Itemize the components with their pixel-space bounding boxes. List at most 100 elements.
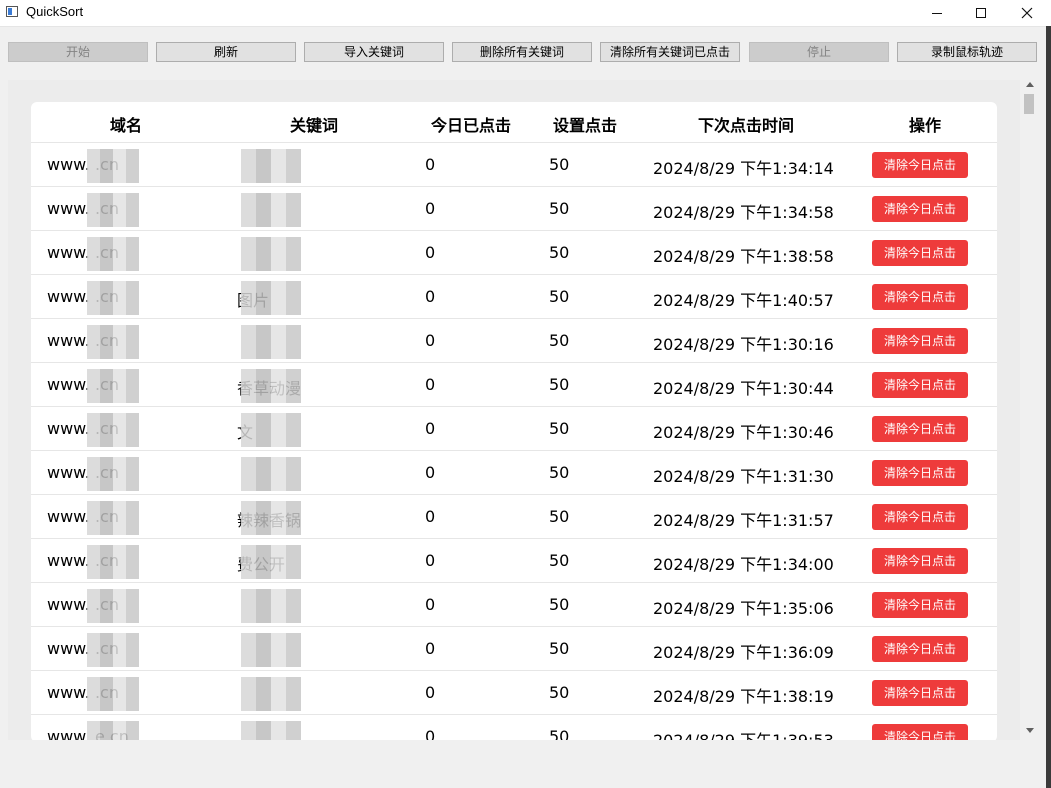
header-action: 操作 xyxy=(908,116,941,135)
set-clicks-cell: 50 xyxy=(549,375,570,394)
redacted-mosaic xyxy=(87,721,139,742)
redacted-mosaic xyxy=(241,721,301,742)
clear-all-clicked-button[interactable]: 清除所有关键词已点击 xyxy=(600,42,740,62)
next-click-time-cell: 2024/8/29 下午1:31:30 xyxy=(653,467,834,486)
app-icon xyxy=(6,6,18,17)
set-clicks-cell: 50 xyxy=(549,639,570,658)
clear-today-clicks-button[interactable]: 清除今日点击 xyxy=(872,372,968,398)
today-clicked-cell: 0 xyxy=(425,683,436,702)
set-clicks-cell: 50 xyxy=(549,287,570,306)
redacted-mosaic xyxy=(87,149,139,183)
header-today-clicked: 今日已点击 xyxy=(430,116,511,135)
header-set-clicks: 设置点击 xyxy=(552,116,617,135)
next-click-time-cell: 2024/8/29 下午1:36:09 xyxy=(653,643,834,662)
minimize-button[interactable] xyxy=(914,0,960,26)
redacted-mosaic xyxy=(87,325,139,359)
next-click-time-cell: 2024/8/29 下午1:40:57 xyxy=(653,291,834,310)
redacted-mosaic xyxy=(87,193,139,227)
redacted-mosaic xyxy=(241,149,301,183)
title-bar: QuickSort xyxy=(0,0,1051,27)
set-clicks-cell: 50 xyxy=(549,595,570,614)
today-clicked-cell: 0 xyxy=(425,551,436,570)
redacted-mosaic xyxy=(241,677,301,711)
redacted-mosaic xyxy=(241,325,301,359)
redacted-mosaic xyxy=(241,633,301,667)
set-clicks-cell: 50 xyxy=(549,683,570,702)
next-click-time-cell: 2024/8/29 下午1:30:16 xyxy=(653,335,834,354)
record-mouse-track-button[interactable]: 录制鼠标轨迹 xyxy=(897,42,1037,62)
table-row: www. .cn文0502024/8/29 下午1:30:46清除今日点击 xyxy=(31,407,997,451)
redacted-mosaic xyxy=(87,589,139,623)
set-clicks-cell: 50 xyxy=(549,551,570,570)
clear-today-clicks-button[interactable]: 清除今日点击 xyxy=(872,328,968,354)
clear-today-clicks-button[interactable]: 清除今日点击 xyxy=(872,152,968,178)
scroll-down-icon[interactable] xyxy=(1026,728,1034,733)
set-clicks-cell: 50 xyxy=(549,243,570,262)
set-clicks-cell: 50 xyxy=(549,155,570,174)
next-click-time-cell: 2024/8/29 下午1:38:19 xyxy=(653,687,834,706)
vertical-scrollbar[interactable] xyxy=(1022,80,1038,740)
redacted-mosaic xyxy=(241,501,301,535)
today-clicked-cell: 0 xyxy=(425,155,436,174)
set-clicks-cell: 50 xyxy=(549,419,570,438)
scroll-up-icon[interactable] xyxy=(1026,82,1034,87)
table-row: www. .cn辣辣香锅0502024/8/29 下午1:31:57清除今日点击 xyxy=(31,495,997,539)
set-clicks-cell: 50 xyxy=(549,463,570,482)
stop-button[interactable]: 停止 xyxy=(749,42,889,62)
redacted-mosaic xyxy=(241,369,301,403)
table-row: www. .cn费公开0502024/8/29 下午1:34:00清除今日点击 xyxy=(31,539,997,583)
redacted-mosaic xyxy=(241,589,301,623)
next-click-time-cell: 2024/8/29 下午1:35:06 xyxy=(653,599,834,618)
clear-today-clicks-button[interactable]: 清除今日点击 xyxy=(872,636,968,662)
next-click-time-cell: 2024/8/29 下午1:34:58 xyxy=(653,203,834,222)
clear-today-clicks-button[interactable]: 清除今日点击 xyxy=(872,196,968,222)
today-clicked-cell: 0 xyxy=(425,287,436,306)
redacted-mosaic xyxy=(241,413,301,447)
redacted-mosaic xyxy=(87,677,139,711)
redacted-mosaic xyxy=(87,369,139,403)
redacted-mosaic xyxy=(87,501,139,535)
redacted-mosaic xyxy=(241,193,301,227)
clear-today-clicks-button[interactable]: 清除今日点击 xyxy=(872,240,968,266)
refresh-button[interactable]: 刷新 xyxy=(156,42,296,62)
table-row: www. .cn 0 50 2024/8/29 下午1:34:58 清除今日点击 xyxy=(31,187,997,231)
table-header: 域名 关键词 今日已点击 设置点击 下次点击时间 操作 xyxy=(31,102,997,143)
delete-all-keywords-button[interactable]: 删除所有关键词 xyxy=(452,42,592,62)
minimize-icon xyxy=(932,12,942,14)
redacted-mosaic xyxy=(87,237,139,271)
today-clicked-cell: 0 xyxy=(425,419,436,438)
table-row: www. .cn图片0502024/8/29 下午1:40:57清除今日点击 xyxy=(31,275,997,319)
redacted-mosaic xyxy=(87,281,139,315)
today-clicked-cell: 0 xyxy=(425,331,436,350)
clear-today-clicks-button[interactable]: 清除今日点击 xyxy=(872,592,968,618)
today-clicked-cell: 0 xyxy=(425,595,436,614)
today-clicked-cell: 0 xyxy=(425,463,436,482)
clear-today-clicks-button[interactable]: 清除今日点击 xyxy=(872,548,968,574)
close-icon xyxy=(1021,7,1033,19)
next-click-time-cell: 2024/8/29 下午1:34:00 xyxy=(653,555,834,574)
table-row: www. .cn 0 50 2024/8/29 下午1:34:14 清除今日点击 xyxy=(31,143,997,187)
close-button[interactable] xyxy=(1004,0,1050,26)
next-click-time-cell: 2024/8/29 下午1:30:44 xyxy=(653,379,834,398)
scrollbar-thumb[interactable] xyxy=(1024,94,1034,114)
table-row: www. .cn 0 50 2024/8/29 下午1:31:30 清除今日点击 xyxy=(31,451,997,495)
clear-today-clicks-button[interactable]: 清除今日点击 xyxy=(872,284,968,310)
redacted-mosaic xyxy=(241,545,301,579)
table-row: www. .cn 0 50 2024/8/29 下午1:36:09 清除今日点击 xyxy=(31,627,997,671)
next-click-time-cell: 2024/8/29 下午1:31:57 xyxy=(653,511,834,530)
next-click-time-cell: 2024/8/29 下午1:30:46 xyxy=(653,423,834,442)
clear-today-clicks-button[interactable]: 清除今日点击 xyxy=(872,416,968,442)
start-button[interactable]: 开始 xyxy=(8,42,148,62)
redacted-mosaic xyxy=(241,281,301,315)
clear-today-clicks-button[interactable]: 清除今日点击 xyxy=(872,460,968,486)
table-row: www. e.cn0502024/8/29 下午1:39:53清除今日点击 xyxy=(31,715,997,742)
today-clicked-cell: 0 xyxy=(425,243,436,262)
clear-today-clicks-button[interactable]: 清除今日点击 xyxy=(872,504,968,530)
table-row: www. .cn 0 50 2024/8/29 下午1:38:58 清除今日点击 xyxy=(31,231,997,275)
import-keywords-button[interactable]: 导入关键词 xyxy=(304,42,444,62)
maximize-button[interactable] xyxy=(958,0,1004,26)
clear-today-clicks-button[interactable]: 清除今日点击 xyxy=(872,680,968,706)
header-next-click-time: 下次点击时间 xyxy=(697,116,794,135)
status-strip xyxy=(0,740,1051,788)
today-clicked-cell: 0 xyxy=(425,375,436,394)
